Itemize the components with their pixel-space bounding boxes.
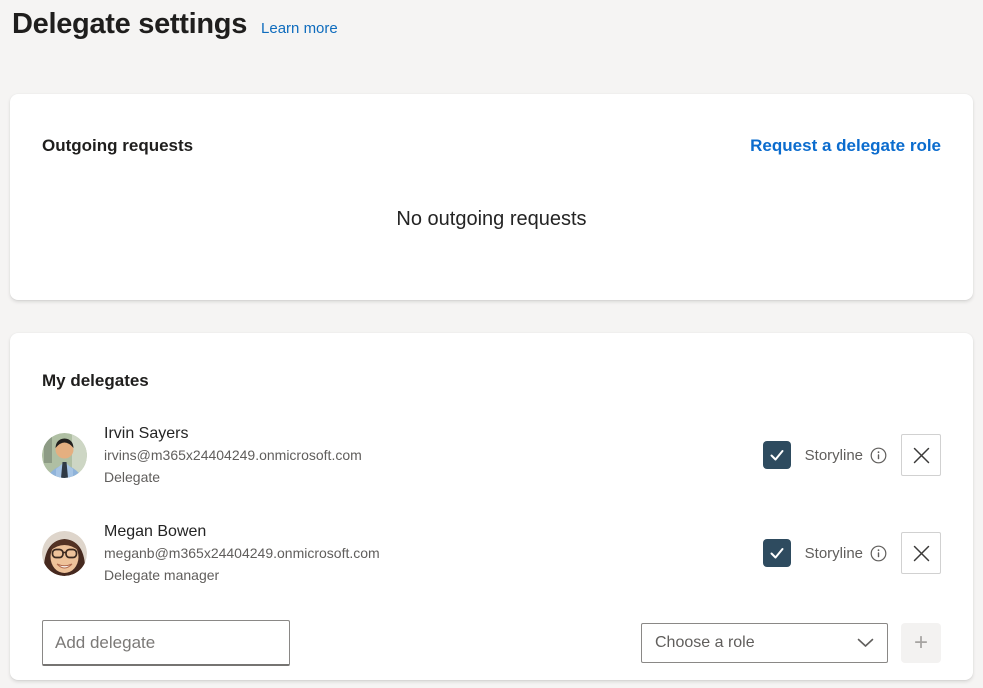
role-selection-group: Choose a role + [641,623,941,663]
checkmark-icon [768,446,786,464]
close-icon [912,446,931,465]
no-outgoing-requests-message: No outgoing requests [42,208,941,231]
delegate-info: Irvin Sayers irvins@m365x24404249.onmicr… [104,424,362,486]
add-delegate-row: Choose a role + [42,620,941,666]
delegate-role: Delegate manager [104,567,380,584]
remove-delegate-button[interactable] [901,434,941,476]
close-icon [912,544,931,563]
delegate-email: irvins@m365x24404249.onmicrosoft.com [104,447,362,464]
choose-role-value: Choose a role [655,634,755,652]
choose-role-dropdown[interactable]: Choose a role [641,623,888,663]
checkmark-icon [768,544,786,562]
add-delegate-input[interactable] [42,620,290,666]
outgoing-requests-header-row: Outgoing requests Request a delegate rol… [42,136,941,156]
delegate-name: Irvin Sayers [104,424,362,444]
delegate-row-controls: Storyline [763,434,941,476]
add-delegate-button[interactable]: + [901,623,941,663]
storyline-checkbox[interactable] [763,441,791,469]
delegate-settings-page: Delegate settings Learn more Outgoing re… [0,0,983,680]
avatar-irvin-sayers [42,433,87,478]
delegate-role: Delegate [104,469,362,486]
page-header: Delegate settings Learn more [12,8,971,41]
storyline-label: Storyline [805,545,863,562]
outgoing-requests-heading: Outgoing requests [42,136,193,156]
request-delegate-role-link[interactable]: Request a delegate role [750,136,941,156]
delegate-row-megan-bowen: Megan Bowen meganb@m365x24404249.onmicro… [42,522,941,584]
avatar-megan-bowen [42,531,87,576]
chevron-down-icon [857,638,874,648]
info-icon[interactable] [870,447,887,464]
remove-delegate-button[interactable] [901,532,941,574]
delegate-row-irvin-sayers: Irvin Sayers irvins@m365x24404249.onmicr… [42,424,941,486]
avatar-photo-icon [42,433,87,478]
page-title: Delegate settings [12,8,247,41]
delegate-email: meganb@m365x24404249.onmicrosoft.com [104,545,380,562]
avatar-photo-icon [42,531,87,576]
info-icon[interactable] [870,545,887,562]
learn-more-link[interactable]: Learn more [261,20,338,37]
my-delegates-card: My delegates [10,333,973,680]
storyline-label: Storyline [805,447,863,464]
delegate-row-controls: Storyline [763,532,941,574]
storyline-checkbox[interactable] [763,539,791,567]
my-delegates-heading: My delegates [42,371,941,391]
delegate-info: Megan Bowen meganb@m365x24404249.onmicro… [104,522,380,584]
outgoing-requests-card: Outgoing requests Request a delegate rol… [10,94,973,300]
delegate-name: Megan Bowen [104,522,380,542]
